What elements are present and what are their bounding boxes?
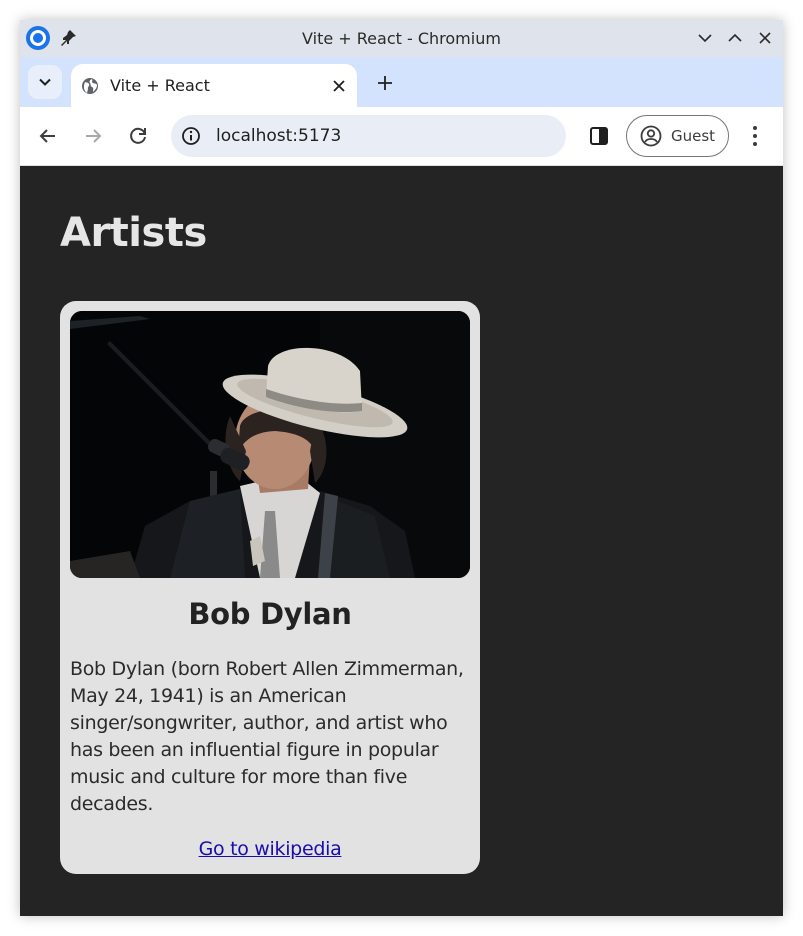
chevron-up-icon bbox=[728, 33, 742, 42]
minimize-button[interactable] bbox=[695, 28, 715, 48]
arrow-right-icon bbox=[86, 129, 102, 143]
close-window-button[interactable] bbox=[755, 28, 775, 48]
browser-toolbar: localhost:5173 Guest bbox=[20, 107, 783, 166]
artist-photo-image bbox=[70, 311, 470, 578]
chevron-down-icon bbox=[698, 34, 712, 43]
tab-title: Vite + React bbox=[110, 76, 210, 95]
browser-window: Vite + React - Chromium Vite + React loc… bbox=[20, 20, 783, 916]
profile-label: Guest bbox=[671, 127, 716, 145]
artist-bio: Bob Dylan (born Robert Allen Zimmerman, … bbox=[70, 658, 464, 815]
artist-card: Bob Dylan Bob Dylan (born Robert Allen Z… bbox=[60, 301, 480, 874]
more-vert-icon[interactable] bbox=[746, 123, 764, 149]
tab-close-button[interactable] bbox=[330, 77, 348, 95]
url-text[interactable]: localhost:5173 bbox=[216, 126, 341, 146]
window-title: Vite + React - Chromium bbox=[302, 29, 501, 48]
artist-photo bbox=[70, 311, 470, 578]
tab-strip: Vite + React bbox=[20, 57, 783, 107]
tab-search-button[interactable] bbox=[28, 65, 62, 99]
profile-button[interactable]: Guest bbox=[626, 115, 729, 157]
forward-button[interactable] bbox=[81, 124, 105, 148]
wikipedia-link[interactable]: Go to wikipedia bbox=[60, 838, 480, 860]
chevron-down-icon bbox=[39, 78, 51, 86]
side-panel-icon[interactable] bbox=[588, 125, 610, 147]
title-bar: Vite + React - Chromium bbox=[20, 20, 783, 57]
new-tab-button[interactable] bbox=[374, 72, 396, 94]
globe-icon bbox=[81, 77, 99, 95]
close-icon bbox=[333, 80, 345, 92]
page-content: Artists Bob Dylan Bob Dylan (born Robert… bbox=[20, 166, 783, 916]
artist-name: Bob Dylan bbox=[188, 597, 352, 631]
reload-button[interactable] bbox=[126, 124, 150, 148]
info-icon[interactable] bbox=[181, 126, 201, 146]
arrow-left-icon bbox=[39, 129, 55, 143]
tab-active[interactable]: Vite + React bbox=[71, 64, 357, 107]
reload-icon bbox=[130, 127, 146, 144]
page-title: Artists bbox=[60, 210, 207, 256]
maximize-button[interactable] bbox=[725, 28, 745, 48]
address-bar[interactable]: localhost:5173 bbox=[171, 115, 566, 157]
account-circle-icon bbox=[640, 125, 662, 147]
close-icon bbox=[759, 32, 771, 44]
plus-icon bbox=[378, 76, 392, 90]
back-button[interactable] bbox=[36, 124, 60, 148]
